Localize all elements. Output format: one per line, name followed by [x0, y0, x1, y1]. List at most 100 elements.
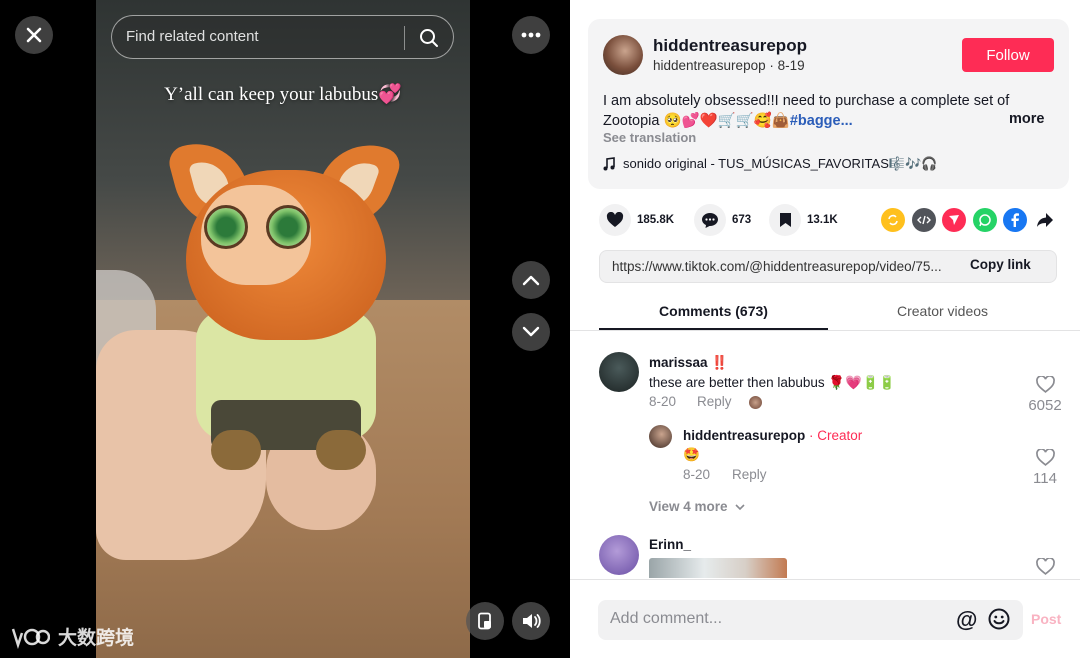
see-translation-link[interactable]: See translation — [603, 130, 696, 145]
view-more-label: View 4 more — [649, 499, 728, 514]
video-pane: Y’all can keep your labubus💞 大数跨境 — [0, 0, 570, 658]
comment-button[interactable]: 673 — [694, 204, 751, 236]
emoji-icon — [988, 608, 1010, 630]
send-icon — [949, 215, 959, 225]
more-icon — [521, 32, 541, 38]
reply-like-button[interactable]: 114 — [1020, 448, 1070, 487]
author-name[interactable]: hiddentreasurepop — [653, 36, 807, 56]
music-note-icon — [603, 157, 615, 171]
more-options-button[interactable] — [512, 16, 550, 54]
comment-like-count: 6052 — [1028, 397, 1062, 414]
comment-text: these are better then labubus 🌹💗🔋🔋 — [649, 375, 896, 390]
author-handle: hiddentreasurepop — [653, 58, 766, 73]
tabs-divider — [570, 330, 1080, 331]
heart-icon — [606, 212, 624, 227]
plush-eye-right — [266, 205, 310, 249]
comment-date: 8-20 — [649, 394, 677, 409]
video-link-url[interactable]: https://www.tiktok.com/@hiddentreasurepo… — [612, 259, 962, 274]
whatsapp-button[interactable] — [973, 208, 997, 232]
comment-count: 673 — [732, 214, 752, 226]
watermark: 大数跨境 — [10, 623, 134, 650]
creator-badge: · Creator — [805, 428, 863, 443]
picture-in-picture-button[interactable] — [466, 602, 504, 640]
heart-outline-icon — [1035, 375, 1055, 393]
follow-button[interactable]: Follow — [962, 38, 1054, 72]
comment-composer: @ — [598, 600, 1023, 640]
next-video-button[interactable] — [512, 313, 550, 351]
save-button[interactable]: 13.1K — [769, 204, 838, 236]
reply-date: 8-20 — [683, 467, 711, 482]
post-info-card: hiddentreasurepop hiddentreasurepop · 8-… — [588, 19, 1069, 189]
author-handle-date: hiddentreasurepop · 8-19 — [653, 58, 805, 73]
share-arrow-icon — [1037, 213, 1053, 227]
plush-foot-left — [211, 430, 261, 470]
copy-link-button[interactable]: Copy link — [970, 257, 1031, 272]
chevron-up-icon — [522, 275, 540, 286]
commenter-name[interactable]: Erinn_ — [649, 537, 691, 552]
plush-toy-image — [156, 130, 416, 480]
facebook-button[interactable] — [1003, 208, 1027, 232]
reply-author-avatar[interactable] — [649, 425, 672, 448]
whatsapp-icon — [979, 214, 991, 227]
search-divider — [404, 26, 405, 50]
plush-foot-right — [316, 430, 366, 470]
send-to-friends-button[interactable] — [942, 208, 966, 232]
reply-author-name[interactable]: hiddentreasurepop · Creator — [683, 428, 862, 443]
post-date: 8-19 — [777, 58, 805, 73]
emoji-button[interactable] — [988, 608, 1010, 635]
plush-eye-left — [204, 205, 248, 249]
view-more-replies-button[interactable]: View 4 more — [649, 499, 745, 514]
comment-bar-divider — [570, 579, 1080, 580]
like-button[interactable]: 185.8K — [599, 204, 674, 236]
more-share-button[interactable] — [1033, 208, 1057, 232]
search-input[interactable] — [126, 28, 396, 45]
facebook-icon — [1011, 213, 1019, 227]
comment-input[interactable] — [610, 610, 940, 628]
music-link[interactable]: sonido original - TUS_MÚSICAS_FAVORITAS🎼… — [603, 156, 937, 172]
pip-icon — [478, 612, 491, 630]
previous-video-button[interactable] — [512, 261, 550, 299]
tab-comments[interactable]: Comments (673) — [599, 303, 828, 319]
embed-button[interactable] — [912, 208, 936, 232]
music-title: sonido original - TUS_MÚSICAS_FAVORITAS🎼… — [623, 156, 938, 171]
copy-link-row: https://www.tiktok.com/@hiddentreasurepo… — [599, 250, 1057, 283]
reply-author-username: hiddentreasurepop — [683, 428, 806, 443]
reply-like-count: 114 — [1033, 470, 1057, 487]
comment-icon-wrap — [694, 204, 726, 236]
volume-icon — [523, 614, 541, 628]
expand-description-link[interactable]: more — [1009, 111, 1044, 127]
related-search-bar — [111, 15, 454, 59]
embed-icon — [917, 215, 931, 225]
tab-creator-videos[interactable]: Creator videos — [828, 303, 1057, 319]
comment-like-button[interactable] — [1020, 557, 1070, 578]
tabs: Comments (673) Creator videos — [599, 300, 1057, 330]
search-button[interactable] — [414, 24, 444, 52]
video-player[interactable]: Y’all can keep your labubus💞 — [96, 0, 470, 658]
post-comment-button[interactable]: Post — [1031, 611, 1061, 627]
reply-text: 🤩 — [683, 447, 700, 462]
comment-image-thumbnail[interactable] — [649, 558, 787, 578]
save-icon-wrap — [769, 204, 801, 236]
reply-button[interactable]: Reply — [697, 394, 732, 409]
side-panel: hiddentreasurepop hiddentreasurepop · 8-… — [570, 0, 1080, 658]
commenter-avatar[interactable] — [599, 535, 639, 575]
repost-icon — [888, 214, 898, 226]
commenter-avatar[interactable] — [599, 352, 639, 392]
bookmark-icon — [779, 213, 791, 227]
mention-button[interactable]: @ — [956, 607, 977, 633]
chevron-down-icon — [735, 504, 745, 511]
close-button[interactable] — [15, 16, 53, 54]
creator-liked-avatar — [747, 394, 764, 411]
hashtag-link[interactable]: #bagge... — [790, 113, 853, 129]
author-avatar[interactable] — [603, 35, 643, 75]
comment-list[interactable]: marissaa ‼️ these are better then labubu… — [570, 340, 1080, 578]
reply-reply-button[interactable]: Reply — [732, 467, 767, 482]
chevron-down-icon — [522, 326, 540, 337]
volume-button[interactable] — [512, 602, 550, 640]
watermark-text: 大数跨境 — [58, 628, 135, 649]
commenter-name[interactable]: marissaa ‼️ — [649, 355, 728, 371]
repost-button[interactable] — [881, 208, 905, 232]
like-icon-wrap — [599, 204, 631, 236]
post-description: I am absolutely obsessed!!I need to purc… — [603, 91, 1053, 131]
comment-like-button[interactable]: 6052 — [1020, 375, 1070, 414]
